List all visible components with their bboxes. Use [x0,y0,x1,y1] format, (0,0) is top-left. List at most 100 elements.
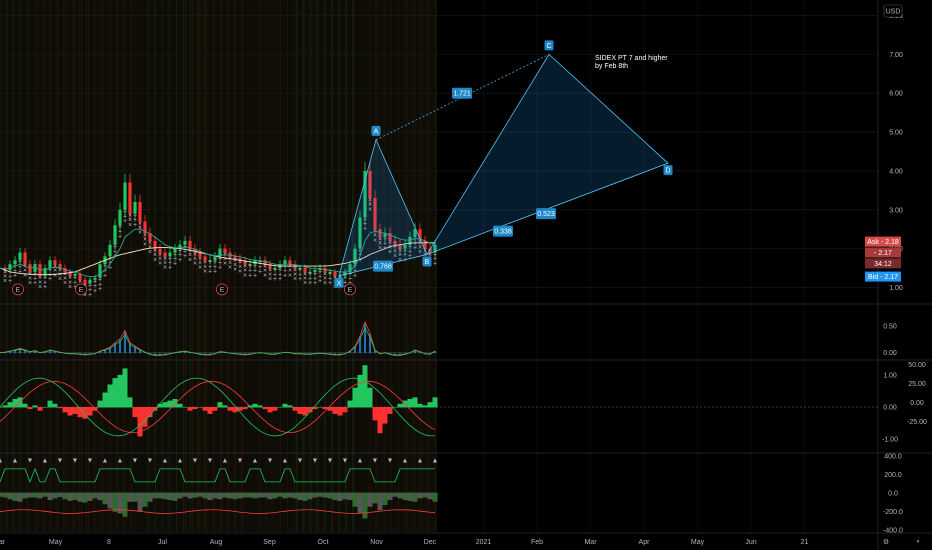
time-tick-label: Feb [531,539,543,546]
osc2-histogram-bar [22,403,28,408]
osc2-histogram-bar [272,407,278,411]
volume-profile-glyph: + [98,286,102,293]
pattern-point-label: X [337,280,342,287]
volume-profile-glyph: + [278,276,282,283]
volume-profile-glyph: × [38,284,42,291]
osc2-histogram-bar [162,402,168,408]
osc2-histogram-bar [122,368,128,408]
chart-canvas[interactable]: ×××+++++++++××× ×××+++×××++++++××××××××××… [0,0,932,550]
session-band [139,0,140,532]
osc3-volume-bar [52,493,58,499]
osc2-tick-label: -1.00 [882,437,898,444]
osc2-histogram-bar [27,407,33,410]
time-tick-label: Apr [639,539,651,546]
osc3-volume-bar [82,493,88,503]
session-band [95,0,97,532]
osc3-volume-bar [197,493,203,497]
gear-icon[interactable]: ⚙ [883,538,889,546]
osc3-volume-bar [37,493,43,499]
osc3-signal-marker: ▲ [282,457,289,464]
osc3-volume-bar [217,493,223,500]
osc3-signal-marker: ▲ [432,457,439,464]
session-band [155,0,157,532]
volume-profile-glyph: + [253,272,257,279]
osc3-signal-marker: ▼ [147,457,154,464]
osc3-volume-bar [297,493,303,501]
volume-profile-glyph: + [218,265,222,272]
pattern-ratio-value: 0.523 [537,211,555,218]
osc3-volume-bar [137,493,143,512]
osc3-tick-label: 0.0 [888,491,898,498]
volume-profile-glyph: + [33,280,37,287]
osc3-volume-bar [167,493,173,501]
osc2-histogram-bar [387,407,393,414]
session-band [185,0,187,532]
osc2-histogram-bar [332,407,338,414]
osc2-histogram-bar [342,407,348,413]
osc2-histogram-bar [427,402,433,408]
pattern-point-label: B [425,259,430,266]
volume-profile-glyph: × [158,261,162,268]
osc3-signal-marker: ▲ [162,457,169,464]
session-band [93,0,95,532]
session-band [63,0,64,532]
osc3-volume-bar [282,493,288,499]
osc3-volume-bar [112,493,118,512]
session-band [118,0,119,532]
osc3-volume-bar [177,493,183,499]
osc2-histogram-bar [217,402,223,408]
osc3-volume-bar [337,493,343,501]
osc3-tick-label: -200.0 [883,509,903,516]
osc3-signal-marker: ▲ [12,457,19,464]
volume-profile-glyph: + [168,265,172,272]
osc3-signal-marker: ▼ [87,457,94,464]
session-band [81,0,83,532]
osc3-volume-bar [127,493,133,502]
osc2-histogram-bar [412,397,418,408]
price-tick-label: 1.00 [889,285,903,292]
volume-profile-glyph: × [288,272,292,279]
volume-profile-glyph: + [308,280,312,287]
volume-profile-glyph: × [153,257,157,264]
osc2-histogram-bar [292,407,298,411]
osc3-volume-bar [7,493,13,500]
osc3-volume-bar [327,493,333,499]
auto-scale-icon[interactable]: ⚬ [915,539,921,546]
osc2-histogram-bar [107,384,113,408]
osc2-histogram-bar [282,403,288,408]
osc3-volume-bar [272,493,278,499]
volume-profile-glyph: × [268,276,272,283]
price-tick-label: 5.00 [889,130,903,137]
osc2-histogram-bar [57,407,63,409]
osc3-volume-bar [357,493,363,514]
osc3-volume-bar [262,493,268,498]
volume-profile-glyph: + [8,278,12,285]
osc3-volume-bar [382,493,388,506]
osc3-volume-bar [102,493,108,505]
osc3-signal-marker: ▲ [222,457,229,464]
osc3-volume-bar [377,493,383,511]
osc2-histogram-bar [257,405,263,408]
volume-profile-glyph: + [88,292,92,299]
volume-profile-glyph: × [238,268,242,275]
osc3-volume-bar [417,493,423,499]
price-tick-label: 7.00 [889,52,903,59]
volume-profile-glyph: + [328,280,332,287]
volume-profile-glyph: + [318,278,322,285]
osc1-tick-label: 0.00 [883,350,897,357]
time-tick-label: May [49,539,63,546]
osc3-volume-bar [12,493,18,501]
currency-label: USD [886,9,901,16]
last-price-labels: Ask - 2.18 - 2.17 34:12 Bid - 2.17 [865,236,901,282]
osc3-volume-bar [257,493,263,498]
time-tick-label: Oct [318,539,329,546]
candle-body [118,209,122,226]
osc3-volume-bar [142,493,148,507]
osc3-volume-bar [422,493,428,498]
volume-profile-glyph: × [323,280,327,287]
pattern-ratio-value: 0.768 [374,264,392,271]
time-tick-label: Jul [158,539,167,546]
osc3-tick-label: 400.0 [884,453,902,460]
candle-body [138,202,142,222]
volume-profile-glyph: + [273,276,277,283]
